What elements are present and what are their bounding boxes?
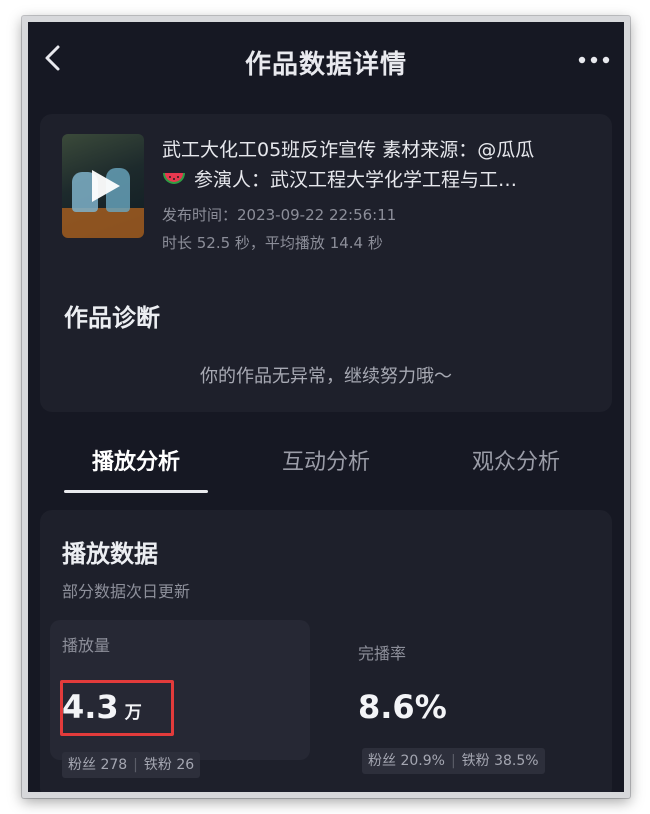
diagnosis-title: 作品诊断: [64, 304, 160, 332]
views-label: 播放量: [62, 636, 111, 655]
thumbnail-ground: [62, 208, 144, 238]
views-fans: 粉丝 278: [68, 757, 128, 773]
screenshot-frame: 作品数据详情 武工大化工05班反诈宣传 素材来源：@瓜瓜 参演人：武汉工程大学化…: [22, 16, 630, 798]
completion-iron-fans: 铁粉 38.5%: [461, 753, 539, 769]
video-thumbnail[interactable]: [62, 134, 144, 238]
completion-fans: 粉丝 20.9%: [368, 753, 445, 769]
play-data-card: 播放数据 部分数据次日更新 播放量 4.3 万 粉丝 278 | 铁粉 26 完播率 …: [40, 510, 612, 792]
video-title-line-1: 武工大化工05班反诈宣传 素材来源：@瓜瓜: [162, 139, 535, 161]
diagnosis-message: 你的作品无异常，继续努力哦～: [200, 366, 452, 387]
completion-label: 完播率: [358, 644, 407, 663]
watermelon-icon: [163, 173, 185, 184]
video-title-line-2: 参演人：武汉工程大学化学工程与工…: [162, 166, 598, 194]
tab-audience-analysis[interactable]: 观众分析: [436, 444, 596, 476]
highlight-box: [60, 680, 174, 736]
play-icon[interactable]: [88, 168, 122, 204]
video-info-card: 武工大化工05班反诈宣传 素材来源：@瓜瓜 参演人：武汉工程大学化学工程与工… …: [40, 114, 612, 412]
active-tab-indicator: [64, 490, 208, 493]
play-data-subtitle: 部分数据次日更新: [62, 582, 191, 601]
tab-play-analysis[interactable]: 播放分析: [56, 444, 216, 476]
publish-time: 发布时间：2023-09-22 22:56:11: [162, 206, 397, 224]
video-title-line-2-text: 参演人：武汉工程大学化学工程与工…: [194, 169, 518, 191]
page-title: 作品数据详情: [244, 50, 407, 80]
views-iron-fans: 铁粉 26: [143, 757, 195, 773]
chip-separator: |: [450, 753, 456, 769]
duration-info: 时长 52.5 秒，平均播放 14.4 秒: [162, 234, 383, 252]
views-breakdown: 粉丝 278 | 铁粉 26: [62, 752, 201, 778]
more-dots-icon[interactable]: [576, 54, 612, 66]
completion-value: 8.6%: [358, 688, 447, 726]
app-screen: 作品数据详情 武工大化工05班反诈宣传 素材来源：@瓜瓜 参演人：武汉工程大学化…: [28, 22, 624, 792]
tab-interaction-analysis[interactable]: 互动分析: [246, 444, 406, 476]
play-data-title: 播放数据: [62, 540, 158, 568]
chip-separator: |: [133, 757, 138, 773]
top-bar: 作品数据详情: [28, 22, 624, 94]
analysis-tabs: 播放分析 互动分析 观众分析: [28, 430, 624, 500]
completion-breakdown: 粉丝 20.9% | 铁粉 38.5%: [362, 748, 545, 774]
